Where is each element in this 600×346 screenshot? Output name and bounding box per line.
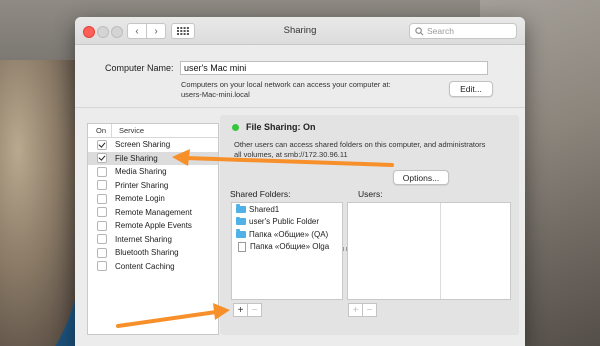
service-row[interactable]: Media Sharing	[88, 165, 218, 179]
service-label: Screen Sharing	[115, 140, 171, 150]
service-checkbox[interactable]	[97, 166, 107, 177]
service-row[interactable]: Internet Sharing	[88, 233, 218, 247]
computer-name-input[interactable]	[180, 61, 488, 75]
shared-folders-label: Shared Folders:	[230, 189, 291, 199]
computer-name-info-line1: Computers on your local network can acce…	[181, 80, 391, 89]
users-list	[347, 202, 511, 300]
service-label: Content Caching	[115, 261, 175, 271]
service-label: Remote Apple Events	[115, 221, 192, 231]
folder-icon	[236, 229, 246, 238]
users-column-divider	[440, 203, 441, 299]
document-icon	[238, 241, 246, 252]
service-row[interactable]: Content Caching	[88, 260, 218, 274]
shared-folders-list: Shared1 user's Public Folder Папка «Общие»…	[231, 202, 343, 300]
service-list-header: On Service	[88, 124, 218, 138]
shared-folder-item[interactable]: Shared1	[232, 203, 342, 216]
shared-folders-add-remove: + −	[233, 303, 262, 317]
add-user-button[interactable]: +	[348, 303, 363, 317]
divider	[75, 107, 525, 108]
users-add-remove: + −	[348, 303, 377, 317]
service-row[interactable]: Bluetooth Sharing	[88, 246, 218, 260]
service-checkbox[interactable]	[97, 153, 107, 164]
status-indicator-icon	[232, 124, 239, 131]
search-icon	[415, 26, 424, 35]
service-label: Printer Sharing	[115, 180, 169, 190]
service-label: Remote Management	[115, 207, 192, 217]
shared-folder-item[interactable]: Папка «Общие» Olga	[232, 241, 342, 254]
service-row[interactable]: Remote Login	[88, 192, 218, 206]
shared-folder-rows: Shared1 user's Public Folder Папка «Общие»…	[232, 203, 342, 253]
service-row[interactable]: File Sharing	[88, 151, 218, 165]
remove-user-button[interactable]: −	[363, 303, 377, 317]
service-row[interactable]: Remote Apple Events	[88, 219, 218, 233]
remove-folder-button[interactable]: −	[248, 303, 262, 317]
service-label: Internet Sharing	[115, 234, 172, 244]
service-checkbox[interactable]	[97, 234, 107, 245]
sharing-window: ‹ › Sharing Computer Name: Computers on …	[75, 17, 525, 346]
shared-folder-label: user's Public Folder	[249, 217, 319, 227]
sharing-description: Other users can access shared folders on…	[234, 140, 514, 160]
computer-name-info-line2: users-Mac-mini.local	[181, 90, 250, 99]
folder-icon	[236, 216, 246, 226]
search-field[interactable]	[409, 23, 517, 39]
title-bar: ‹ › Sharing	[75, 17, 525, 45]
shared-folder-label: Папка «Общие» Olga	[250, 242, 330, 252]
shared-folder-item[interactable]: Папка «Общие» (QA)	[232, 228, 342, 241]
service-checkbox[interactable]	[97, 139, 107, 150]
edit-button[interactable]: Edit...	[449, 81, 493, 97]
service-rows: Screen Sharing File Sharing Media Sharing P…	[88, 138, 218, 273]
computer-name-label: Computer Name:	[105, 63, 174, 73]
folder-icon	[236, 204, 246, 213]
service-label: Remote Login	[115, 194, 165, 204]
service-checkbox[interactable]	[97, 180, 107, 191]
service-label: Media Sharing	[115, 167, 167, 177]
description-line1: Other users can access shared folders on…	[234, 140, 486, 149]
service-checkbox[interactable]	[97, 247, 107, 258]
options-button[interactable]: Options...	[393, 170, 449, 185]
service-checkbox[interactable]	[97, 220, 107, 231]
computer-name-info: Computers on your local network can acce…	[181, 80, 391, 100]
service-row[interactable]: Printer Sharing	[88, 179, 218, 193]
service-row[interactable]: Screen Sharing	[88, 138, 218, 152]
column-header-service[interactable]: Service	[112, 126, 144, 135]
description-line2: all volumes, at smb://172.30.96.11	[234, 150, 348, 159]
shared-folder-label: Папка «Общие» (QA)	[249, 229, 329, 239]
service-label: Bluetooth Sharing	[115, 248, 179, 258]
add-folder-button[interactable]: +	[233, 303, 248, 317]
shared-folder-label: Shared1	[249, 204, 280, 214]
column-header-on[interactable]: On	[88, 124, 112, 137]
shared-folder-item[interactable]: user's Public Folder	[232, 216, 342, 229]
users-label: Users:	[358, 189, 383, 199]
service-label: File Sharing	[115, 153, 158, 163]
service-checkbox[interactable]	[97, 193, 107, 204]
service-checkbox[interactable]	[97, 207, 107, 218]
status-text: File Sharing: On	[246, 122, 316, 132]
service-checkbox[interactable]	[97, 261, 107, 272]
service-row[interactable]: Remote Management	[88, 206, 218, 220]
search-input[interactable]	[427, 26, 512, 36]
service-list: On Service Screen Sharing File Sharing Med…	[87, 123, 219, 335]
